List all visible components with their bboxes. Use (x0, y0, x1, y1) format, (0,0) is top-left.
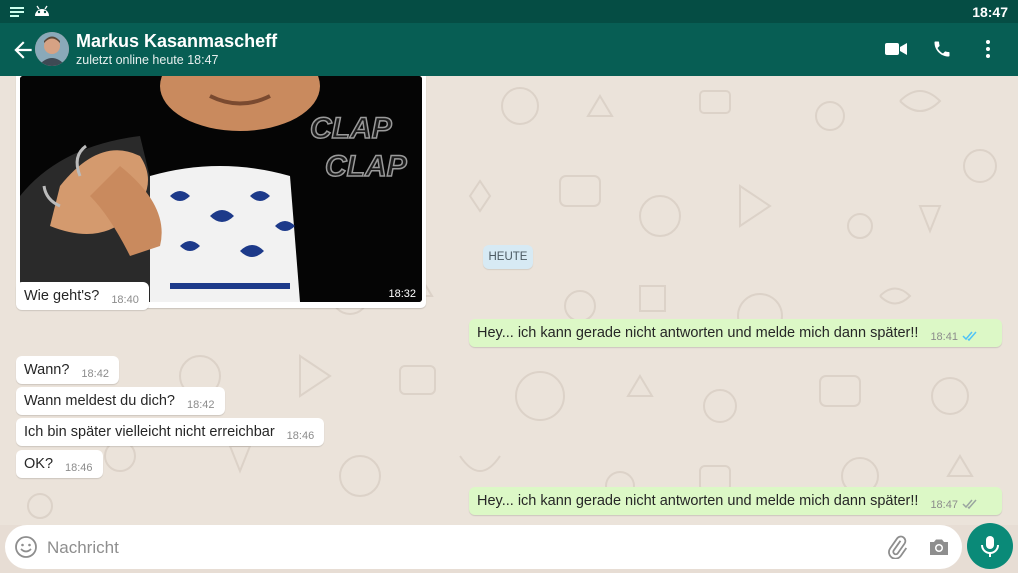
message-text: Wie geht's? (24, 288, 100, 304)
camera-icon (930, 539, 948, 555)
message-time: 18:46 (286, 430, 315, 442)
message-time: 18:32 (388, 288, 416, 300)
message-time: 18:46 (65, 462, 93, 474)
attach-button[interactable] (885, 535, 909, 564)
video-call-button[interactable] (884, 37, 908, 61)
emoji-button[interactable] (14, 535, 38, 564)
status-time: 18:47 (972, 4, 1008, 20)
status-bar: 18:47 (0, 0, 1018, 23)
emoji-icon (15, 536, 37, 558)
message-time: 18:41 (930, 331, 958, 343)
double-check-icon (962, 329, 978, 345)
contact-name: Markus Kasanmascheff (76, 31, 278, 51)
message-time: 18:42 (81, 368, 109, 380)
message-text: OK? (24, 456, 54, 472)
mic-icon (981, 536, 999, 557)
chat-area[interactable]: CLAP CLAP 18:32 HEUTE Wie geht's? 18:40 … (0, 76, 1018, 525)
outgoing-message[interactable]: Hey... ich kann gerade nicht antworten u… (469, 487, 1002, 515)
attach-icon (888, 535, 908, 560)
message-time: 18:40 (111, 294, 139, 306)
clap-text-1: CLAP (310, 112, 393, 145)
mic-button[interactable] (967, 523, 1013, 569)
incoming-message[interactable]: Wie geht's? 18:40 (16, 282, 149, 310)
back-arrow-icon (14, 41, 32, 59)
chat-header: Markus Kasanmascheff zuletzt online heut… (0, 23, 1018, 76)
more-options-button[interactable] (976, 37, 1000, 61)
android-icon (34, 4, 50, 22)
incoming-message[interactable]: Ich bin später vielleicht nicht erreichb… (16, 418, 325, 446)
message-text: Wann meldest du dich? (24, 393, 175, 409)
voice-call-button[interactable] (930, 37, 954, 61)
message-composer (5, 525, 962, 571)
contact-info[interactable]: Markus Kasanmascheff zuletzt online heut… (76, 31, 277, 69)
avatar[interactable] (35, 32, 69, 66)
notification-icon (10, 4, 24, 22)
incoming-message[interactable]: Wann meldest du dich? 18:42 (16, 387, 225, 415)
clap-sticker-image[interactable]: CLAP CLAP (20, 76, 422, 302)
message-time: 18:42 (187, 399, 215, 411)
more-vert-icon (986, 40, 990, 58)
back-button[interactable] (10, 37, 36, 63)
message-text: Ich bin später vielleicht nicht erreichb… (24, 424, 275, 440)
double-check-icon (962, 497, 978, 513)
phone-icon (934, 41, 950, 57)
incoming-message[interactable]: Wann? 18:42 (16, 356, 119, 384)
message-text: Hey... ich kann gerade nicht antworten u… (477, 325, 919, 341)
image-message[interactable]: CLAP CLAP 18:32 (16, 76, 426, 308)
incoming-message[interactable]: OK? 18:46 (16, 450, 103, 478)
message-input[interactable] (45, 525, 849, 571)
outgoing-message[interactable]: Hey... ich kann gerade nicht antworten u… (469, 319, 1002, 347)
message-text: Hey... ich kann gerade nicht antworten u… (477, 493, 919, 509)
video-call-icon (885, 43, 907, 55)
clap-text-2: CLAP (325, 150, 408, 183)
camera-button[interactable] (927, 535, 951, 564)
contact-status: zuletzt online heute 18:47 (76, 53, 219, 67)
message-text: Wann? (24, 362, 70, 378)
message-time: 18:47 (930, 499, 958, 511)
date-separator: HEUTE (483, 245, 533, 269)
